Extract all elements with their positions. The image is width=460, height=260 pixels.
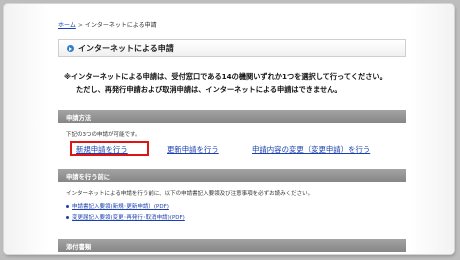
section-header-attachments: 添付書類: [58, 239, 406, 252]
right-margin: [410, 4, 454, 254]
application-methods-intro: 下記の3つの申請が可能です。: [66, 132, 141, 138]
breadcrumb-home-link[interactable]: ホーム: [58, 22, 76, 29]
guide-change-reissue-link[interactable]: 変更届記入要領(変更･再発行･取消申請)(PDF): [66, 213, 185, 221]
breadcrumb-current: インターネットによる申請: [84, 22, 157, 29]
section-header-application-methods: 申請方法: [58, 110, 406, 123]
page-title-box: インターネットによる申請: [58, 39, 406, 57]
notice-line-2: ただし、再発行申請および取消申請は、インターネットによる申請はできません。: [76, 85, 342, 94]
change-application-link[interactable]: 申請内容の変更（変更申請）を行う: [252, 144, 370, 155]
arrow-circle-icon: [67, 45, 74, 52]
left-margin: [4, 4, 48, 254]
notice-line-1: ※インターネットによる申請は、受付窓口である14の機関いずれか1つを選択して行っ…: [64, 72, 387, 81]
notice-text: ※インターネットによる申請は、受付窓口である14の機関いずれか1つを選択して行っ…: [64, 70, 387, 96]
bullet-icon: [66, 205, 69, 208]
section-header-before-apply: 申請を行う前に: [58, 169, 406, 182]
renewal-application-link[interactable]: 更新申請を行う: [167, 144, 219, 155]
window-frame: ホーム > インターネットによる申請 インターネットによる申請 ※インターネットによ…: [4, 4, 454, 254]
bullet-icon: [66, 216, 69, 219]
guide-new-renewal-label[interactable]: 申請書記入要領(新規･更新申請）(PDF): [72, 204, 169, 210]
guide-change-reissue-label[interactable]: 変更届記入要領(変更･再発行･取消申請)(PDF): [72, 215, 185, 221]
breadcrumb: ホーム > インターネットによる申請: [58, 20, 157, 29]
guide-new-renewal-link[interactable]: 申請書記入要領(新規･更新申請）(PDF): [66, 202, 169, 210]
breadcrumb-separator: >: [77, 22, 83, 29]
page-title: インターネットによる申請: [78, 44, 174, 53]
new-application-link[interactable]: 新規申請を行う: [76, 144, 128, 155]
before-apply-intro: インターネットによる申請を行う前に、以下の申請書記入要領及び注意事項を必ずお読み…: [66, 191, 314, 197]
page-content: ホーム > インターネットによる申請 インターネットによる申請 ※インターネットによ…: [52, 4, 408, 254]
